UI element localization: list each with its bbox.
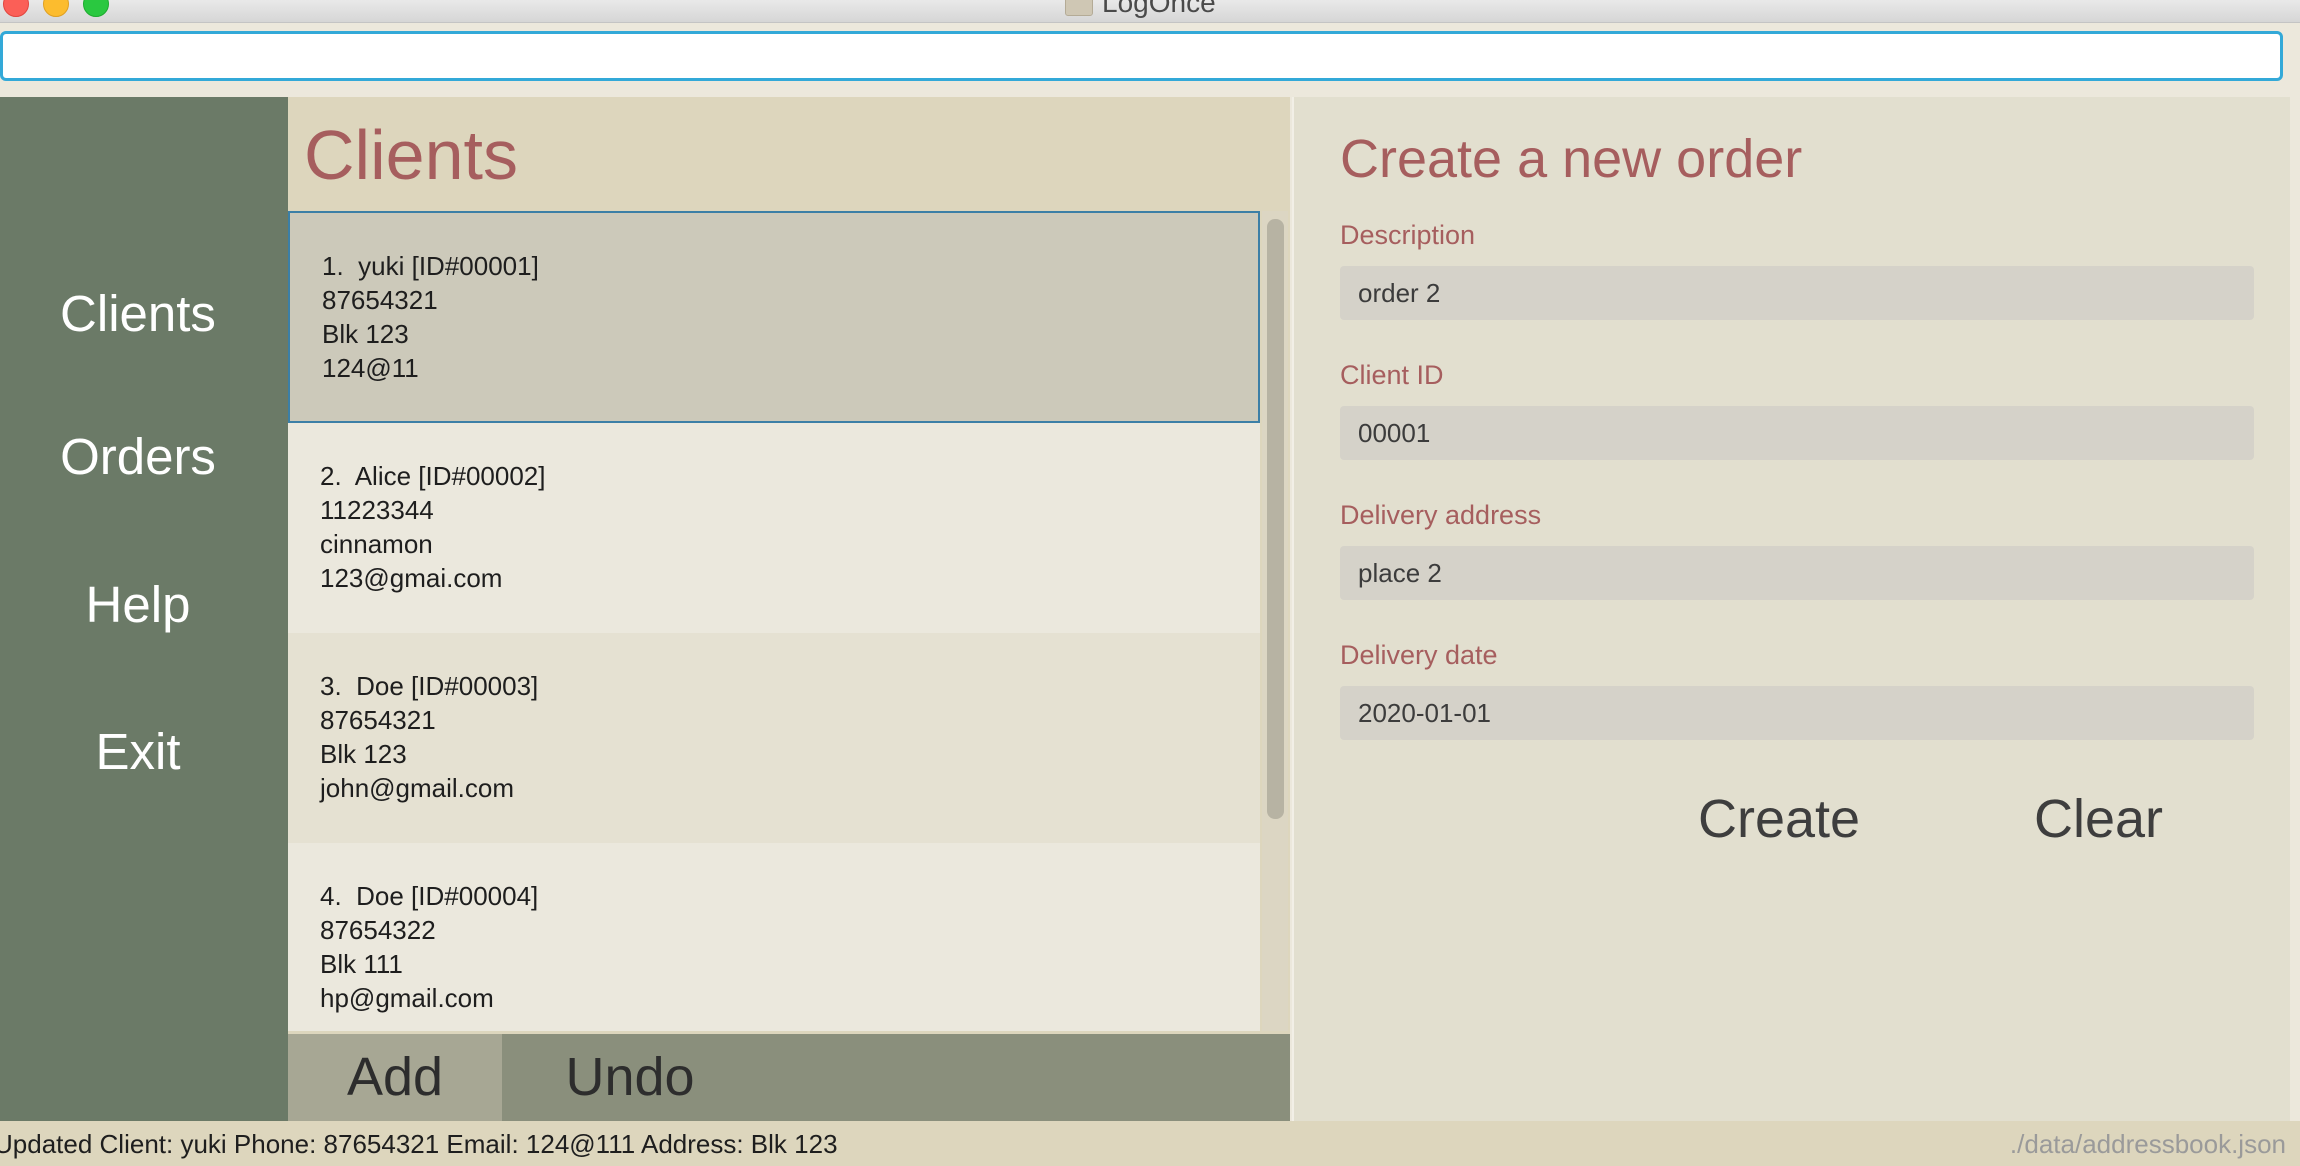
description-label: Description [1340,220,1476,250]
close-window-icon[interactable] [3,0,29,17]
sidebar-item-clients[interactable]: Clients [0,284,276,344]
client-card-2[interactable]: 2. Alice [ID#00002] 11223344 cinnamon 12… [288,423,1260,633]
client-address: Blk 123 [320,739,407,769]
client-card-3[interactable]: 3. Doe [ID#00003] 87654321 Blk 123 john@… [288,633,1260,843]
status-bar: Updated Client: yuki Phone: 87654321 Ema… [0,1121,2300,1166]
order-form-title: Create a new order [1340,129,1803,189]
zoom-window-icon[interactable] [83,0,109,17]
add-button[interactable]: Add [288,1034,502,1121]
order-form-panel: Create a new order Description order 2 C… [1292,97,2290,1121]
client-title: 3. Doe [ID#00003] [320,671,539,701]
undo-button[interactable]: Undo [502,1034,758,1121]
sidebar-item-help[interactable]: Help [0,575,276,635]
client-card-4[interactable]: 4. Doe [ID#00004] 87654322 Blk 111 hp@gm… [288,843,1260,1031]
delivery-address-field[interactable]: place 2 [1340,546,2254,600]
client-phone: 87654322 [320,915,436,945]
sidebar-item-orders[interactable]: Orders [0,427,276,487]
client-title: 4. Doe [ID#00004] [320,881,539,911]
status-message: Updated Client: yuki Phone: 87654321 Ema… [0,1129,838,1159]
client-list-scrollbar-thumb[interactable] [1267,219,1284,819]
client-phone: 87654321 [322,285,438,315]
client-id-field[interactable]: 00001 [1340,406,2254,460]
clients-panel: Clients 1. yuki [ID#00001] 87654321 Blk … [288,97,1290,1121]
client-title: 1. yuki [ID#00001] [322,251,539,281]
client-card-1[interactable]: 1. yuki [ID#00001] 87654321 Blk 123 124@… [288,211,1260,423]
client-email: hp@gmail.com [320,983,494,1013]
client-list[interactable]: 1. yuki [ID#00001] 87654321 Blk 123 124@… [288,211,1260,1031]
command-bar [0,23,2300,97]
window-title-bar: LogOnce [0,0,2300,23]
command-input[interactable] [0,31,2283,81]
client-email: john@gmail.com [320,773,515,803]
minimize-window-icon[interactable] [43,0,69,17]
clients-header: Clients [304,116,518,194]
description-field[interactable]: order 2 [1340,266,2254,320]
data-file-path: ./data/addressbook.json [2009,1129,2286,1159]
delivery-address-label: Delivery address [1340,500,1542,530]
sidebar-item-exit[interactable]: Exit [0,722,276,782]
client-email: 123@gmai.com [320,563,503,593]
client-address: Blk 123 [322,319,409,349]
client-phone: 87654321 [320,705,436,735]
client-address: Blk 111 [320,949,403,979]
client-phone: 11223344 [320,495,434,525]
client-email: 124@11 [322,353,419,383]
delivery-date-field[interactable]: 2020-01-01 [1340,686,2254,740]
client-address: cinnamon [320,529,433,559]
client-title: 2. Alice [ID#00002] [320,461,546,491]
client-id-label: Client ID [1340,360,1444,390]
client-action-bar: Add Undo [288,1034,1290,1121]
window-title: LogOnce [1102,0,1216,18]
create-button[interactable]: Create [1698,787,1860,851]
clear-button[interactable]: Clear [2034,787,2163,851]
sidebar: Clients Orders Help Exit [0,97,288,1121]
delivery-date-label: Delivery date [1340,640,1498,670]
